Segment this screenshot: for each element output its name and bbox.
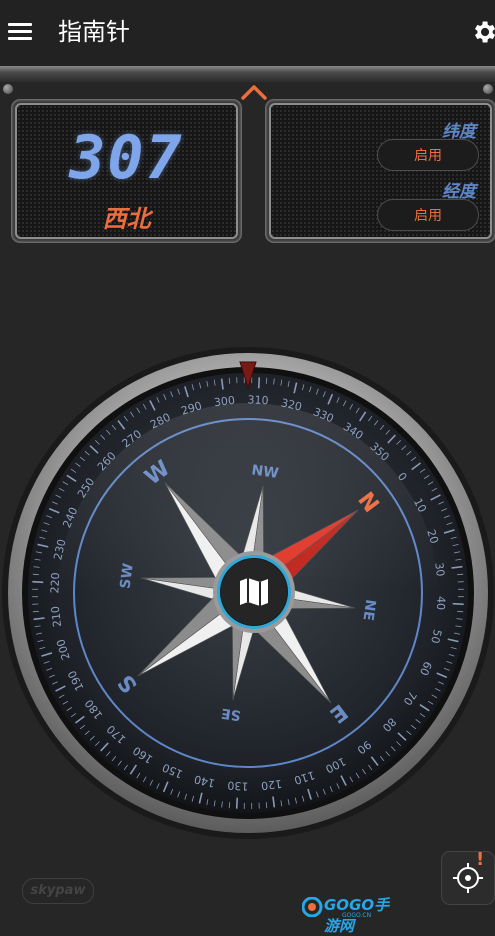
screw <box>3 84 13 94</box>
dial-tick <box>266 802 267 808</box>
dial-tick <box>453 604 464 605</box>
map-button[interactable] <box>212 550 296 634</box>
locate-button[interactable] <box>442 852 494 904</box>
dial-tick <box>237 798 238 809</box>
latitude-enable-button[interactable]: 启用 <box>377 139 479 171</box>
hamburger-menu-icon[interactable] <box>8 20 32 44</box>
longitude-enable-button[interactable]: 启用 <box>377 199 479 231</box>
heading-display: 307 西北 <box>15 103 238 239</box>
dial-degree-label: 210 <box>49 605 64 627</box>
heading-panel: 307 西北 <box>12 100 241 242</box>
watermark-subtext: GOGO.CN <box>342 912 371 919</box>
intercardinal-label-se: SE <box>220 705 242 724</box>
crosshair-icon <box>442 852 494 904</box>
top-rail <box>0 66 495 82</box>
page-title: 指南针 <box>58 14 130 50</box>
coordinates-display: 纬度 启用 经度 启用 <box>269 103 492 239</box>
heading-direction: 西北 <box>17 199 236 234</box>
dial-tick <box>457 611 463 612</box>
watermark: GOGO手游网 GOGO.CN <box>302 894 402 920</box>
gear-icon[interactable] <box>470 18 495 46</box>
map-icon <box>240 578 268 606</box>
app-bar: 指南针 <box>0 0 495 66</box>
chevron-up-icon[interactable] <box>240 82 268 102</box>
coordinates-panel: 纬度 启用 经度 启用 <box>266 100 495 242</box>
dial-tick <box>457 574 463 575</box>
dial-tick <box>33 574 39 575</box>
brand-logo: skypaw <box>22 878 94 904</box>
dial-degree-label: 130 <box>227 779 249 793</box>
alert-mark: ! <box>476 849 484 870</box>
dial-degree-label: 120 <box>260 777 282 792</box>
intercardinal-label-ne: NE <box>359 598 378 621</box>
heading-degrees: 307 <box>17 123 236 193</box>
dial-tick <box>32 582 43 583</box>
dial-tick <box>33 611 39 612</box>
dial-tick <box>229 378 230 384</box>
screw <box>483 84 493 94</box>
dial-tick <box>259 377 260 388</box>
dial-tick <box>229 802 230 808</box>
dial-degree-label: 40 <box>434 596 448 611</box>
watermark-logo-icon <box>302 897 324 917</box>
dial-tick <box>266 378 267 384</box>
